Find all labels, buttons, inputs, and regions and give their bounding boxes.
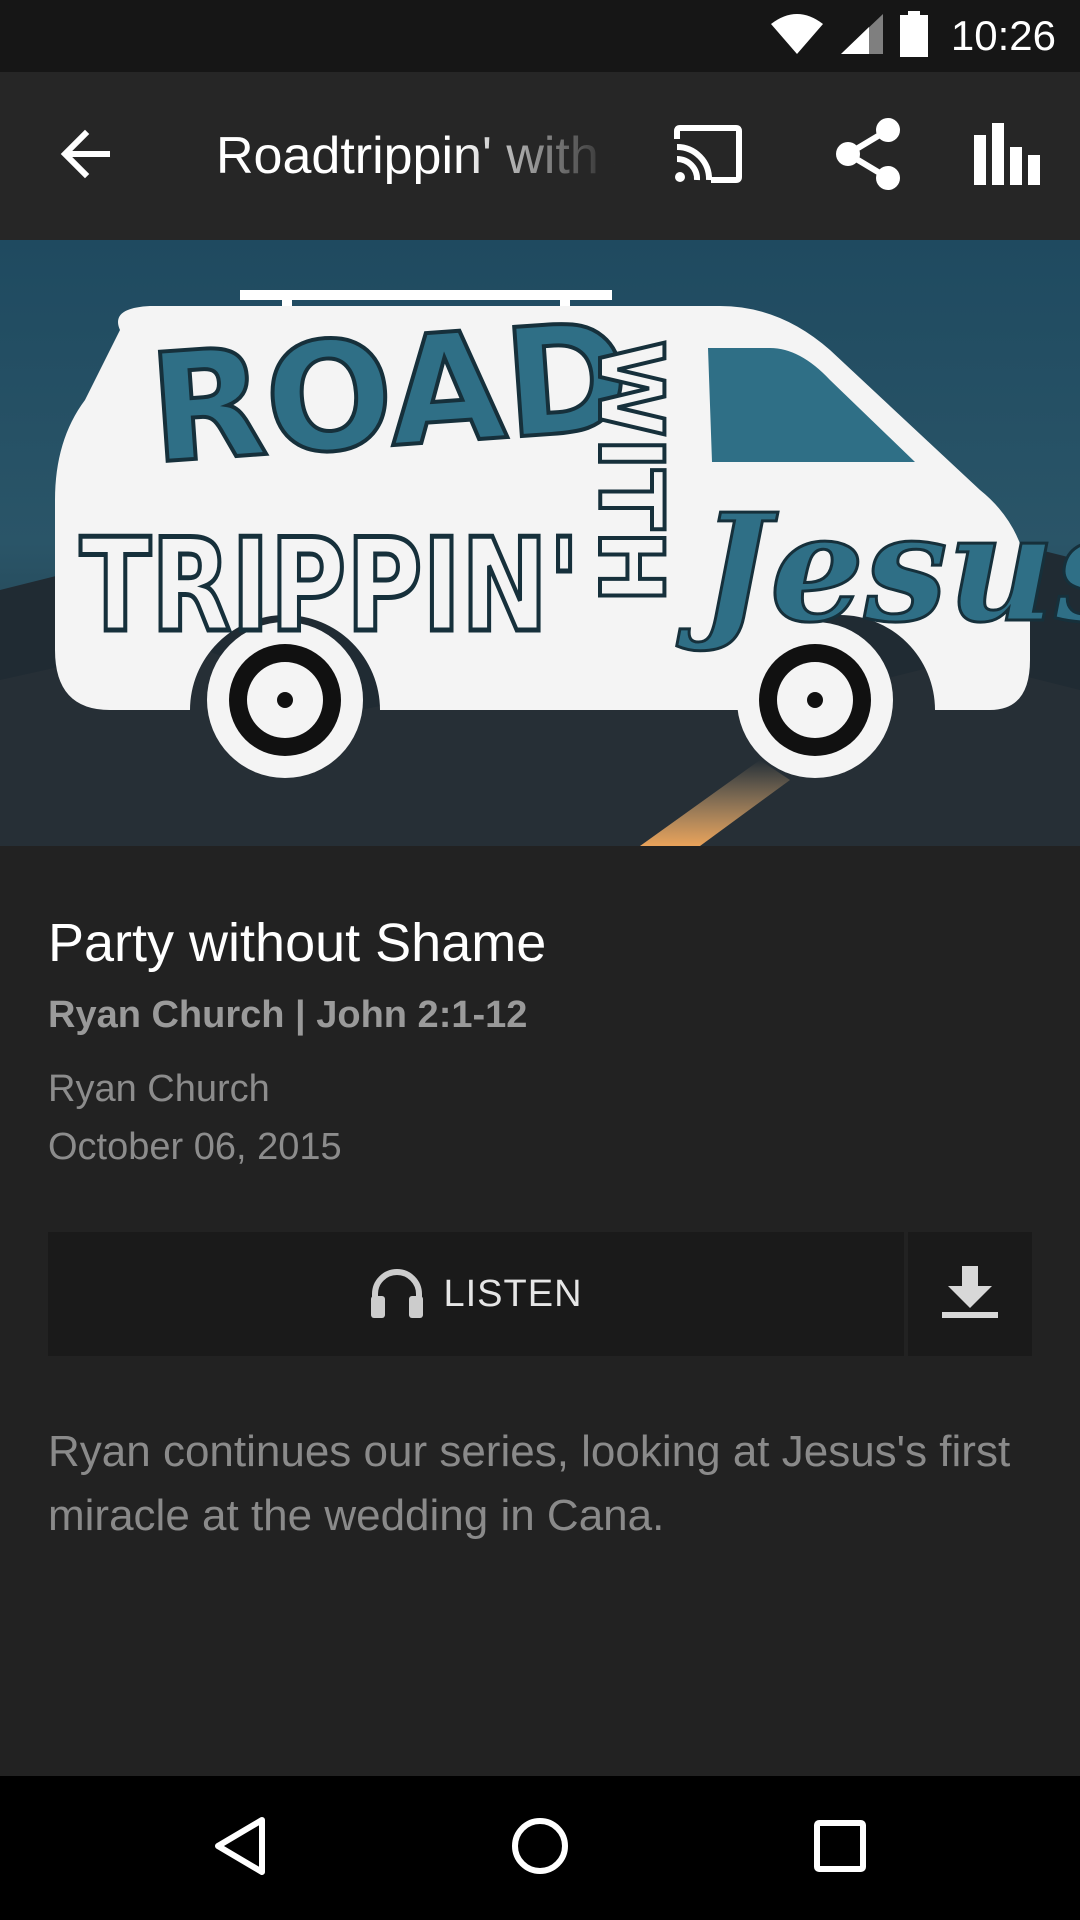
listen-button[interactable]: LISTEN [48,1232,904,1356]
status-time: 10:26 [950,12,1056,59]
navigation-bar [0,1776,1080,1920]
artwork-text-with: WITH [579,340,682,603]
download-icon [940,1265,1000,1323]
episode-description: Ryan continues our series, looking at Je… [48,1427,1011,1540]
cell-signal-icon [839,12,885,61]
cast-button[interactable] [660,72,756,240]
status-bar: 10:26 [0,0,1080,72]
screen: 10:26 Roadtrippin' with Jesus [0,0,1080,1920]
artwork-text-jesus: Jesus [676,481,1080,655]
episode-speaker: Ryan Church [48,1068,270,1110]
nav-home-icon [510,1816,570,1881]
artwork-text-road: ROAD [144,291,635,498]
nav-home-button[interactable] [468,1776,612,1920]
share-button[interactable] [820,72,916,240]
wifi-icon [769,12,825,61]
bar-chart-icon [974,122,1042,190]
action-row: LISTEN [48,1232,1032,1356]
nav-recents-button[interactable] [768,1776,912,1920]
toolbar: Roadtrippin' with Jesus [0,72,1080,240]
series-artwork: ROAD TRIPPIN' WITH Jesus [0,240,1080,846]
nav-recents-icon [813,1819,867,1878]
nav-back-icon [212,1816,268,1881]
stats-button[interactable] [960,72,1056,240]
nav-back-button[interactable] [168,1776,312,1920]
artwork-text-trippin: TRIPPIN' [80,512,580,661]
toolbar-title: Roadtrippin' with Jesus [216,127,616,185]
episode-subtitle: Ryan Church | John 2:1-12 [48,994,528,1036]
back-arrow-icon [59,128,111,185]
cast-icon [673,124,743,188]
download-button[interactable] [908,1232,1032,1356]
episode-date: October 06, 2015 [48,1126,342,1168]
listen-label: LISTEN [443,1272,583,1315]
back-button[interactable] [40,72,130,240]
status-icons: 10:26 [769,0,1056,72]
share-icon [832,116,904,197]
headphones-icon [369,1266,425,1323]
battery-icon [899,10,929,62]
episode-title: Party without Shame [48,913,547,973]
